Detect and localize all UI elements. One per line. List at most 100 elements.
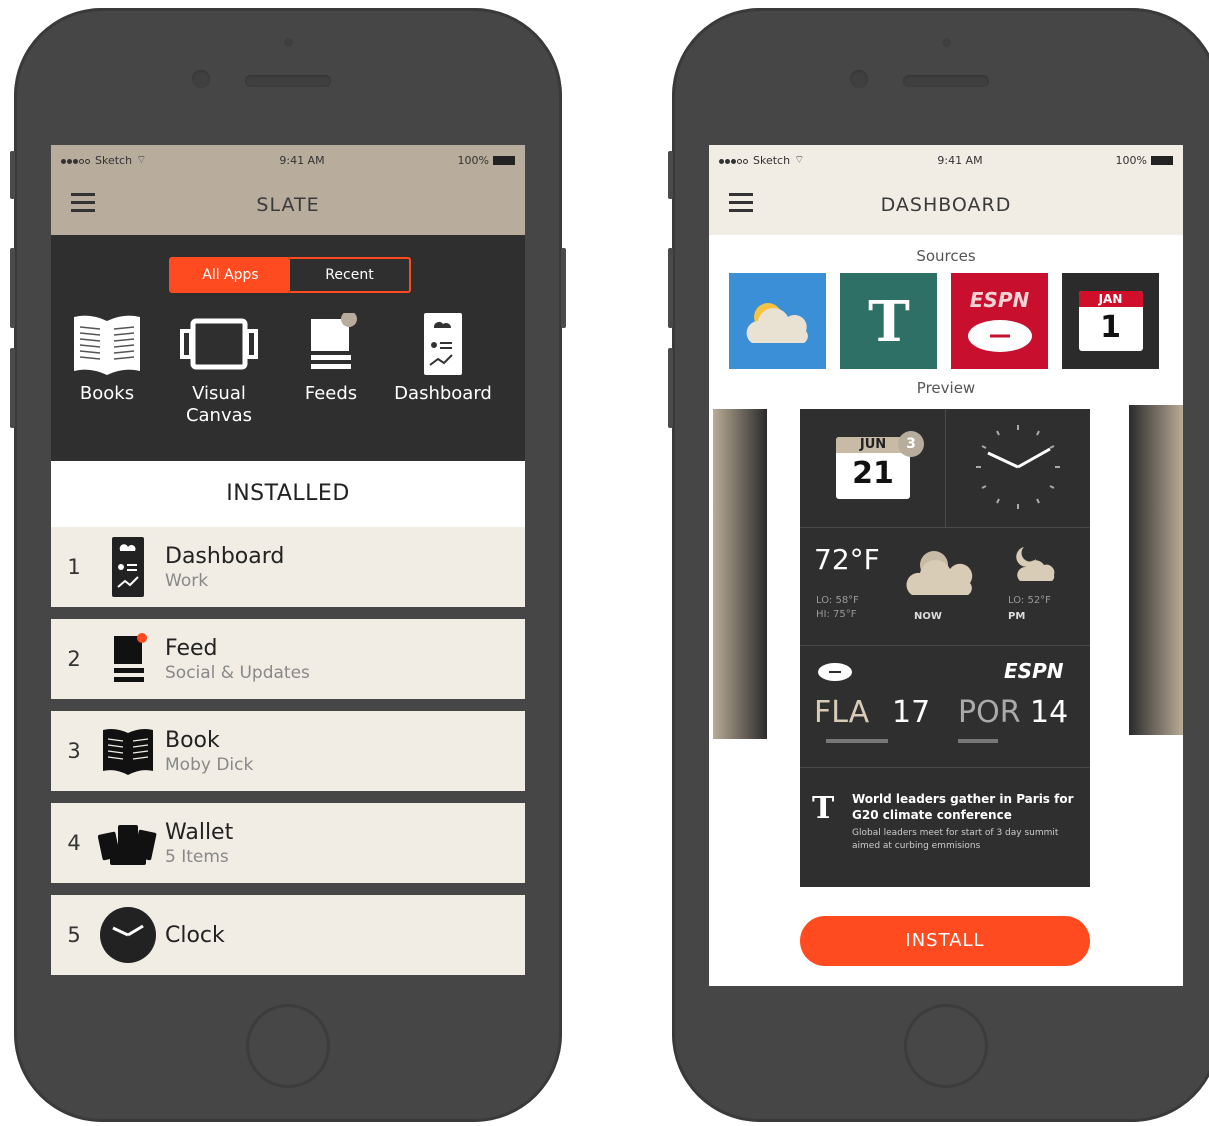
source-calendar[interactable]: JAN 1 — [1062, 273, 1159, 369]
battery-percent: 100% — [1115, 153, 1147, 167]
app-label-feeds: Feeds — [304, 383, 358, 404]
phone-left: Sketch ⌔ 9:41 AM 100% SLATE All Apps Rec… — [10, 8, 566, 1122]
item-title: Clock — [165, 922, 225, 948]
calendar-month: JAN — [1078, 291, 1143, 307]
list-item[interactable]: 3 Book Moby Dick — [51, 711, 525, 791]
menu-icon[interactable] — [71, 193, 95, 213]
status-bar: Sketch ⌔ 9:41 AM 100% — [51, 145, 525, 175]
phone-right: Sketch ⌔ 9:41 AM 100% DASHBOARD Sources … — [668, 8, 1209, 1122]
app-label-visual-canvas: Visual Canvas — [185, 383, 253, 426]
item-number: 4 — [67, 831, 81, 855]
nyt-logo-icon: T — [868, 289, 910, 353]
list-item[interactable]: 4 Wallet 5 Items — [51, 803, 525, 883]
installed-heading: INSTALLED — [51, 461, 525, 527]
app-visual-canvas[interactable]: Visual Canvas — [163, 313, 275, 427]
home-button[interactable] — [904, 1004, 988, 1088]
analog-clock-icon — [976, 425, 1060, 509]
carrier-label: Sketch — [95, 153, 133, 167]
app-feeds[interactable]: Feeds — [275, 313, 387, 427]
nav-bar: DASHBOARD — [709, 175, 1183, 235]
dashboard-card-icon — [112, 537, 144, 597]
svg-text:T: T — [868, 289, 910, 353]
item-number: 2 — [67, 647, 81, 671]
next-card[interactable] — [1129, 405, 1183, 735]
app-label-dashboard: Dashboard — [394, 383, 492, 404]
status-time: 9:41 AM — [279, 153, 325, 167]
app-books[interactable]: Books — [51, 313, 163, 427]
signal-icon — [61, 154, 91, 167]
wifi-icon: ⌔ — [136, 153, 147, 166]
item-subtitle: Social & Updates — [165, 662, 310, 683]
power-button — [561, 248, 566, 328]
news-summary: Global leaders meet for start of 3 day s… — [852, 828, 1059, 851]
wallet-cards-icon — [98, 825, 157, 865]
team2-score: 14 — [1030, 695, 1069, 730]
slate-screen: Sketch ⌔ 9:41 AM 100% SLATE All Apps Rec… — [51, 145, 525, 986]
prev-card[interactable] — [713, 409, 767, 739]
preview-card: JUN 21 3 72°F LO: 58°F HI: 75°F NOW LO: … — [800, 409, 1090, 887]
source-weather[interactable] — [729, 273, 826, 369]
volume-up-button — [10, 248, 15, 328]
item-number: 5 — [67, 923, 81, 947]
battery-icon — [1150, 156, 1173, 165]
front-camera — [942, 38, 951, 47]
page-title: DASHBOARD — [880, 194, 1012, 216]
home-button[interactable] — [246, 1004, 330, 1088]
weather-temp: 72°F — [814, 543, 880, 576]
apps-panel: All Apps Recent Books Visual Canvas Feed… — [51, 235, 525, 461]
front-camera — [284, 38, 293, 47]
team1-name: FLA — [814, 695, 870, 730]
menu-icon[interactable] — [729, 193, 753, 213]
calendar-badge: 3 — [898, 431, 924, 457]
item-title: Feed — [165, 635, 218, 661]
weather-hi: HI: 75°F — [816, 609, 857, 620]
app-dashboard[interactable]: Dashboard — [387, 313, 499, 427]
carrier-label: Sketch — [753, 153, 791, 167]
tab-recent[interactable]: Recent — [290, 259, 409, 291]
canvas-frame-icon — [180, 318, 258, 370]
calendar-day: 1 — [1100, 310, 1121, 345]
list-item[interactable]: 2 Feed Social & Updates — [51, 619, 525, 699]
app-label-books: Books — [79, 383, 135, 404]
team1-score: 17 — [892, 695, 931, 730]
list-item[interactable]: 1 Dashboard Work — [51, 527, 525, 607]
tab-all-apps[interactable]: All Apps — [171, 259, 290, 291]
status-bar: Sketch ⌔ 9:41 AM 100% — [709, 145, 1183, 175]
nyt-logo-icon: T — [812, 791, 835, 826]
item-subtitle: 5 Items — [165, 846, 229, 867]
volume-up-button — [668, 248, 673, 328]
signal-icon — [719, 154, 749, 167]
news-headline: World leaders gather in Paris for G20 cl… — [852, 792, 1074, 822]
item-number: 3 — [67, 739, 81, 763]
proximity-sensor — [192, 70, 210, 88]
item-number: 1 — [67, 555, 81, 579]
weather-now: NOW — [914, 611, 942, 622]
install-button[interactable]: INSTALL — [800, 916, 1090, 966]
top-bar: Sketch ⌔ 9:41 AM 100% SLATE — [51, 145, 525, 235]
mute-switch — [10, 151, 15, 199]
weather-pm-lo: LO: 52°F — [1008, 595, 1051, 606]
weather-cloud-icon — [746, 303, 808, 343]
team2-name: POR — [958, 695, 1021, 730]
football-icon — [818, 663, 852, 681]
team1-bar — [826, 739, 888, 743]
status-time: 9:41 AM — [937, 153, 983, 167]
item-title: Book — [165, 727, 220, 753]
cloud-icon — [906, 551, 973, 595]
item-subtitle: Moby Dick — [165, 754, 254, 775]
weather-pm: PM — [1008, 611, 1026, 622]
weather-lo: LO: 58°F — [816, 595, 859, 606]
feed-stack-icon — [114, 633, 147, 682]
espn-brand: ESPN — [1004, 659, 1064, 683]
list-item[interactable]: 5 Clock — [51, 895, 525, 975]
sources-row: T ESPN JAN 1 — [709, 273, 1183, 369]
calendar-day: 21 — [852, 456, 894, 491]
battery-icon — [492, 156, 515, 165]
dashboard-screen: Sketch ⌔ 9:41 AM 100% DASHBOARD Sources … — [709, 145, 1183, 986]
source-espn[interactable]: ESPN — [951, 273, 1048, 369]
item-title: Dashboard — [165, 543, 285, 569]
top-bar: Sketch ⌔ 9:41 AM 100% DASHBOARD — [709, 145, 1183, 235]
source-nytimes[interactable]: T — [840, 273, 937, 369]
clock-icon — [100, 907, 156, 963]
volume-down-button — [668, 348, 673, 428]
